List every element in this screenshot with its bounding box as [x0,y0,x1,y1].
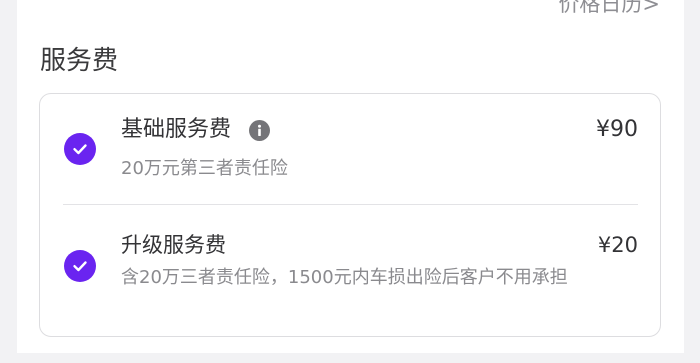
service-price: ¥20 [597,233,638,257]
service-option-basic[interactable]: 基础服务费 ¥90 20万元第三者责任险 [40,94,660,205]
service-fee-card: 基础服务费 ¥90 20万元第三者责任险 升级服务费 ¥20 含20万三者责任险… [39,93,661,337]
info-icon[interactable] [249,120,270,141]
price-history-link[interactable]: 价格日历> [558,0,660,18]
service-price: ¥90 [596,117,638,142]
service-description: 20万元第三者责任险 [121,158,288,179]
check-icon[interactable] [64,250,96,282]
check-icon[interactable] [64,133,96,165]
section-title: 服务费 [40,46,119,76]
service-description: 含20万三者责任险，1500元内车损出险后客户不用承担 [121,267,568,288]
service-name: 基础服务费 [121,117,232,142]
service-name: 升级服务费 [121,233,226,257]
service-option-upgrade[interactable]: 升级服务费 ¥20 含20万三者责任险，1500元内车损出险后客户不用承担 [40,205,660,336]
